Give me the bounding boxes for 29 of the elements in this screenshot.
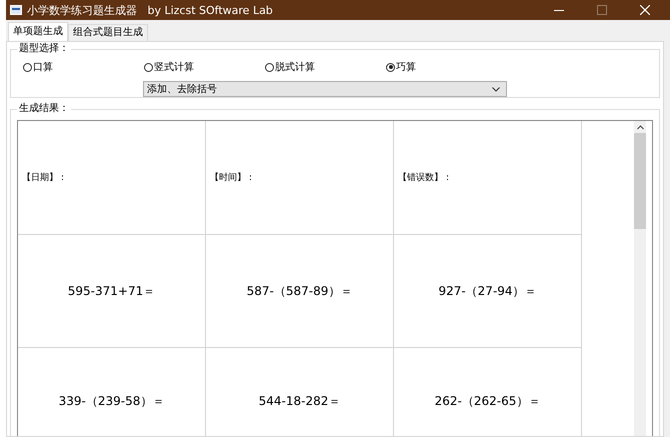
radio-label: 巧算 — [396, 61, 416, 74]
tab[interactable]: 单项题生成 — [8, 22, 68, 41]
dropdown[interactable]: 添加、去除括号 — [143, 81, 507, 97]
scroll-up-icon[interactable] — [636, 125, 644, 130]
radio-label: 竖式计算 — [154, 60, 194, 74]
table-cell: 544-18-282＝ — [206, 348, 394, 436]
radio-button[interactable] — [144, 62, 153, 72]
app-icon — [10, 5, 22, 15]
scroll-thumb[interactable] — [634, 133, 646, 229]
table-cell: 587-（587-89）＝ — [206, 235, 394, 348]
table-cell: 【错误数】： — [394, 121, 582, 235]
close-icon[interactable] — [640, 5, 650, 15]
table-cell: 927-（27-94）＝ — [394, 235, 582, 348]
table-cell: 595-371+71＝ — [18, 235, 206, 348]
radio-label: 脱式计算 — [275, 60, 315, 74]
radio-label: 口算 — [33, 61, 53, 74]
scrollbar[interactable] — [634, 121, 646, 436]
group-label: 生成结果： — [17, 102, 71, 115]
table-cell: 339-（239-58）＝ — [18, 348, 206, 436]
group-label: 题型选择： — [17, 42, 71, 55]
tab[interactable]: 组合式题目生成 — [68, 24, 148, 41]
radio-button[interactable] — [265, 62, 274, 72]
table-cell: 【时间】： — [206, 121, 394, 235]
caret-icon — [492, 86, 500, 92]
table-cell: 262-（262-65）＝ — [394, 348, 582, 436]
window-title: 小学数学练习题生成器 by Lizcst SOftware Lab — [27, 2, 273, 18]
radio-button[interactable] — [23, 62, 32, 72]
table-cell: 【日期】： — [18, 121, 206, 235]
radio-button[interactable] — [386, 62, 395, 72]
